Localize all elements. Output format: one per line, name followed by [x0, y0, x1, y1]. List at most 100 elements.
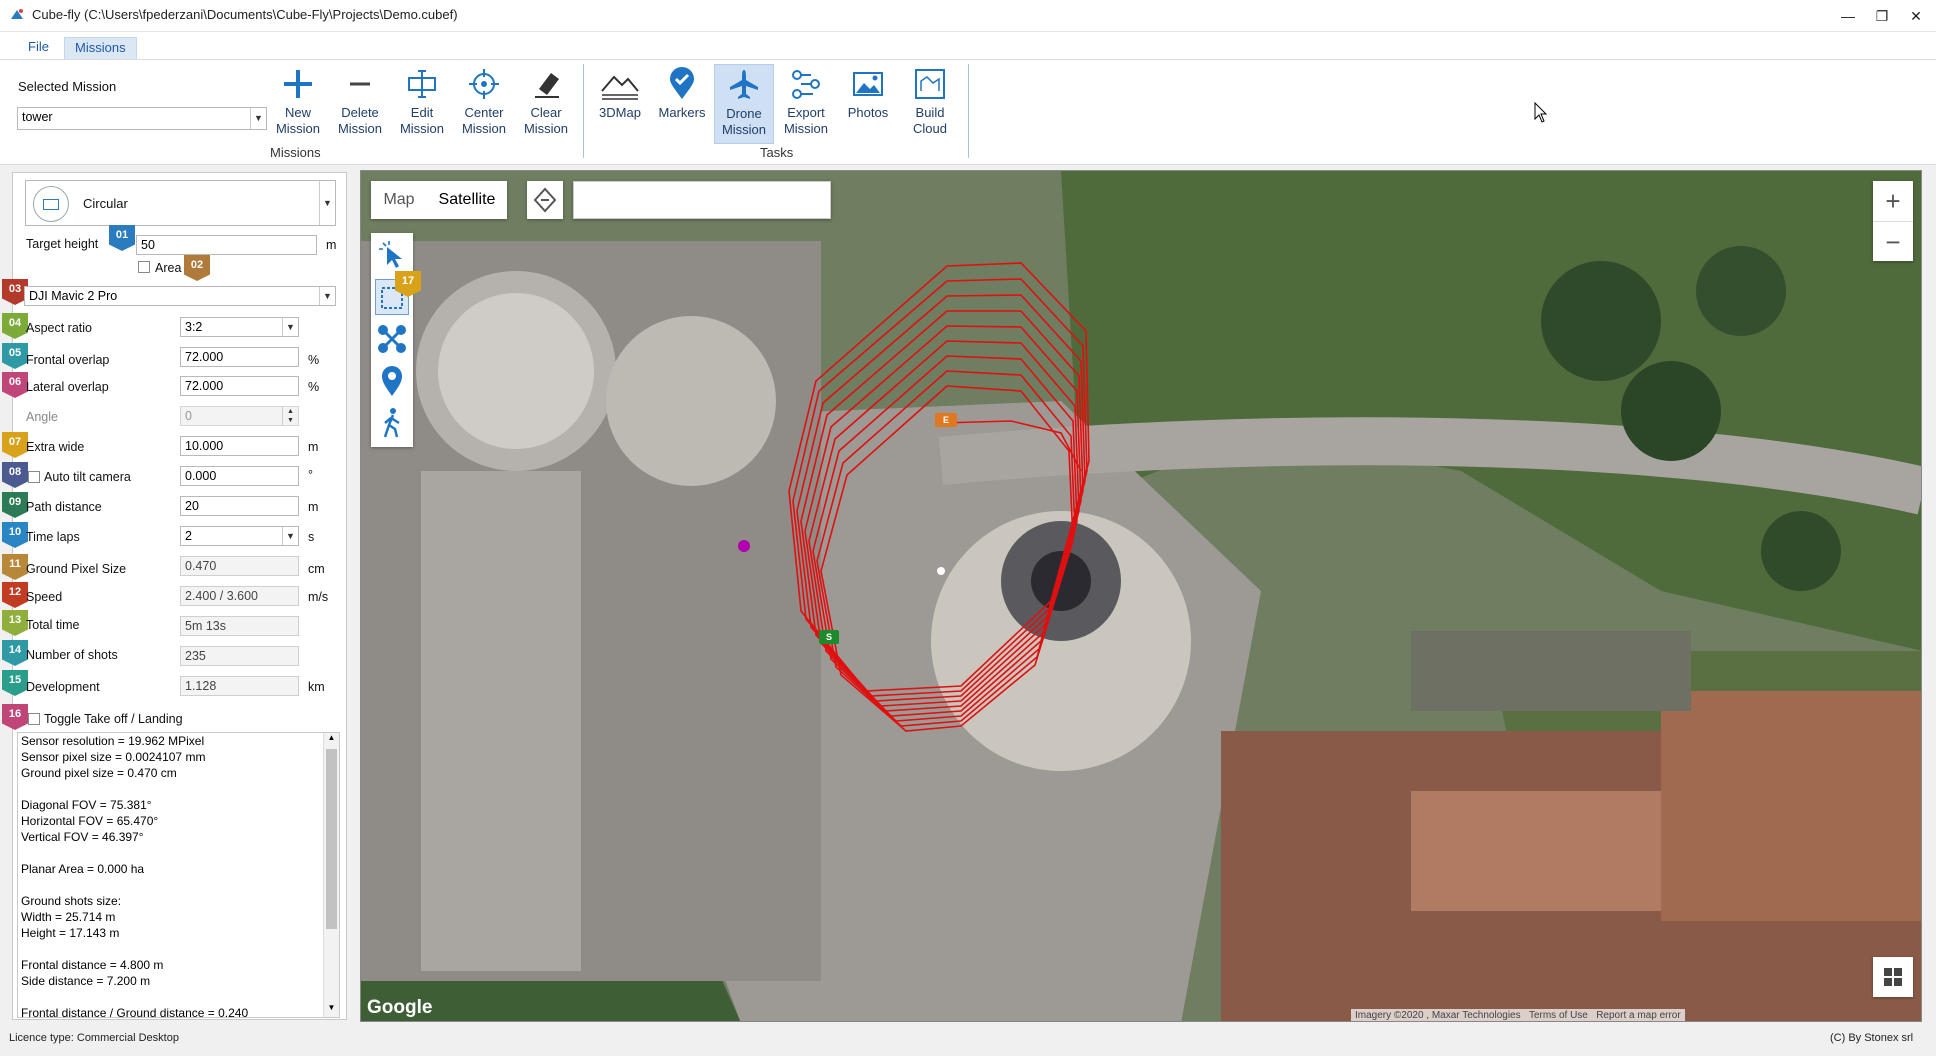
- ribbon-separator: [583, 64, 584, 158]
- auto-tilt-checkbox[interactable]: [28, 471, 40, 483]
- development-unit: km: [308, 680, 325, 694]
- export-route-icon: [792, 70, 820, 99]
- report-map-error-link[interactable]: Report a map error: [1596, 1010, 1680, 1021]
- tab-missions[interactable]: Missions: [64, 37, 137, 59]
- info-scrollbar[interactable]: ▲ ▼: [323, 733, 339, 1017]
- time-laps-unit: s: [308, 530, 315, 544]
- edit-mission-button[interactable]: Edit Mission: [392, 64, 452, 144]
- build-cloud-button[interactable]: Build Cloud: [900, 64, 960, 144]
- photos-button[interactable]: Photos: [838, 64, 898, 144]
- frontal-overlap-unit: %: [308, 353, 320, 367]
- export-mission-button[interactable]: Export Mission: [776, 64, 836, 144]
- auto-tilt-input[interactable]: 0.000: [180, 466, 299, 486]
- info-line: Side distance = 7.200 m: [21, 974, 151, 988]
- map-grid-button[interactable]: [1873, 957, 1913, 997]
- ribbon: Selected Mission tower ▼ New Mission Del…: [0, 60, 1936, 165]
- location-tool-button[interactable]: [375, 363, 409, 399]
- time-laps-label: Time laps: [26, 530, 80, 544]
- clear-mission-button[interactable]: Clear Mission: [516, 64, 576, 144]
- zoom-out-button[interactable]: −: [1873, 221, 1913, 261]
- select-arrow-icon: [379, 241, 402, 268]
- terms-of-use-link[interactable]: Terms of Use: [1529, 1010, 1588, 1021]
- delete-mission-label2: Mission: [337, 121, 383, 136]
- speed-label: Speed: [26, 590, 63, 604]
- area-label: Area: [155, 261, 182, 275]
- diamond-layers-icon: [533, 187, 557, 213]
- satellite-map[interactable]: E S Map Satellite + − 17 Google Imagery …: [360, 170, 1922, 1022]
- scroll-up-icon[interactable]: ▲: [324, 733, 339, 747]
- target-height-unit: m: [326, 238, 337, 252]
- window-title: Cube-fly (C:\Users\fpederzani\Documents\…: [32, 7, 458, 22]
- info-line: Height = 17.143 m: [21, 926, 120, 940]
- google-logo: Google: [367, 997, 433, 1018]
- extra-wide-unit: m: [308, 440, 319, 454]
- status-bar: Licence type: Commercial Desktop (C) By …: [0, 1026, 1936, 1056]
- info-textarea[interactable]: Sensor resolution = 19.962 MPixel Sensor…: [17, 732, 340, 1018]
- center-mission-label1: Center: [464, 105, 504, 120]
- walk-tool-button[interactable]: [375, 405, 409, 441]
- close-icon[interactable]: ✕: [1896, 0, 1936, 32]
- info-line: [18, 989, 339, 1005]
- info-line: Sensor resolution = 19.962 MPixel: [21, 734, 205, 748]
- eraser-icon: [535, 73, 559, 98]
- drone-tool-button[interactable]: [375, 321, 409, 357]
- drone-model-dropdown[interactable]: DJI Mavic 2 Pro ▼: [24, 286, 336, 306]
- airplane-icon: [730, 70, 758, 99]
- scroll-thumb[interactable]: [326, 749, 337, 929]
- app-icon: [11, 9, 23, 19]
- map-type-satellite-button[interactable]: Satellite: [427, 181, 507, 219]
- tasks-group-label: Tasks: [760, 145, 794, 160]
- path-distance-input[interactable]: 20: [180, 496, 299, 516]
- selected-mission-dropdown[interactable]: tower ▼: [17, 107, 267, 130]
- zoom-in-button[interactable]: +: [1873, 181, 1913, 221]
- drone-icon: [378, 325, 406, 353]
- delete-mission-label1: Delete: [341, 105, 379, 120]
- chevron-down-icon: ▼: [250, 108, 266, 129]
- select-tool-button[interactable]: [375, 237, 409, 273]
- photos-label1: Photos: [847, 105, 889, 120]
- target-height-label: Target height: [26, 237, 99, 251]
- spinner-arrows-icon: ▲ ▼: [282, 407, 298, 425]
- extra-wide-input[interactable]: 10.000: [180, 436, 299, 456]
- area-checkbox[interactable]: [138, 261, 150, 273]
- development-value: 1.128: [180, 676, 299, 696]
- build-cloud-icon: [915, 69, 945, 99]
- ground-pixel-size-unit: cm: [308, 562, 325, 576]
- toggle-takeoff-label: Toggle Take off / Landing: [44, 712, 183, 726]
- new-mission-button[interactable]: New Mission: [268, 64, 328, 144]
- aspect-ratio-dropdown[interactable]: 3:2 ▼: [180, 317, 299, 337]
- lateral-overlap-input[interactable]: 72.000: [180, 376, 299, 396]
- toggle-takeoff-checkbox[interactable]: [28, 713, 40, 725]
- map-search-input[interactable]: [573, 181, 831, 219]
- center-mission-button[interactable]: Center Mission: [454, 64, 514, 144]
- info-line: Horizontal FOV = 65.470°: [21, 814, 159, 828]
- start-marker[interactable]: S: [819, 630, 839, 644]
- map-type-map-button[interactable]: Map: [371, 181, 427, 219]
- grid-icon: [1884, 968, 1902, 986]
- lateral-overlap-label: Lateral overlap: [26, 380, 109, 394]
- frontal-overlap-label: Frontal overlap: [26, 353, 110, 367]
- copyright-text: (C) By Stonex srl: [1830, 1032, 1914, 1044]
- clear-mission-label2: Mission: [523, 121, 569, 136]
- time-laps-dropdown[interactable]: 2 ▼: [180, 526, 299, 546]
- zoom-control: + −: [1873, 181, 1913, 261]
- mission-type-dropdown[interactable]: Circular ▼: [25, 180, 336, 226]
- frontal-overlap-input[interactable]: 72.000: [180, 347, 299, 367]
- drone-mission-button[interactable]: Drone Mission: [714, 64, 774, 144]
- crosshair-icon: [469, 69, 499, 99]
- target-height-input[interactable]: 50: [136, 235, 317, 255]
- delete-mission-button[interactable]: Delete Mission: [330, 64, 390, 144]
- end-marker[interactable]: E: [935, 413, 957, 427]
- chevron-down-icon: ▼: [282, 318, 298, 336]
- 3dmap-button[interactable]: 3DMap: [590, 64, 650, 144]
- angle-value: 0: [185, 409, 192, 423]
- tab-file[interactable]: File: [18, 37, 59, 59]
- export-mission-label2: Mission: [783, 121, 829, 136]
- info-line: Width = 25.714 m: [21, 910, 116, 924]
- chevron-down-icon: ▼: [319, 181, 335, 225]
- info-line: Diagonal FOV = 75.381°: [21, 798, 152, 812]
- photo-icon: [853, 72, 883, 96]
- scroll-down-icon[interactable]: ▼: [324, 1003, 339, 1017]
- markers-button[interactable]: Markers: [652, 64, 712, 144]
- layers-button[interactable]: [527, 181, 563, 219]
